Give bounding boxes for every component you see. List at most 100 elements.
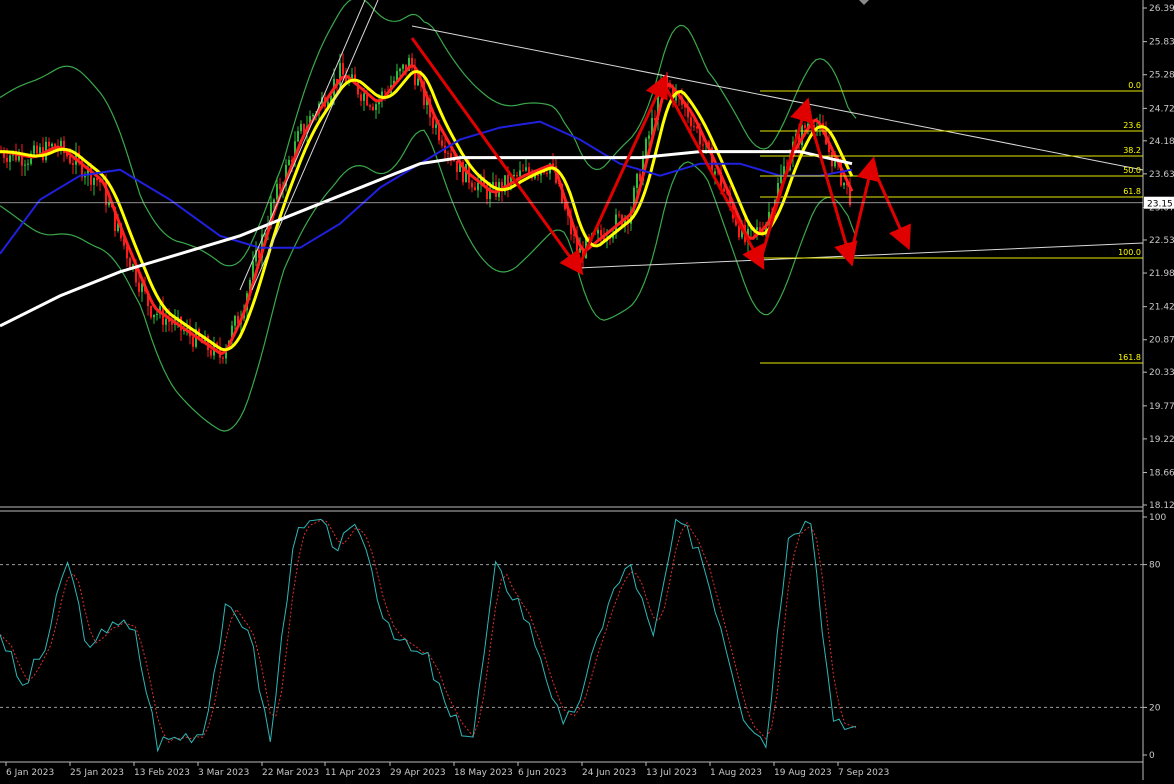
candle-body	[9, 155, 11, 162]
candle-body	[150, 306, 152, 318]
candle-body	[636, 173, 638, 188]
stoch-tick-label: 80	[1149, 561, 1161, 571]
candle-body	[804, 125, 806, 128]
candle-body	[69, 156, 71, 164]
price-tick-label: 23.63	[1149, 170, 1174, 180]
current-price-label: 23.15	[1147, 200, 1173, 210]
candle-body	[312, 114, 314, 117]
candle-body	[27, 163, 29, 165]
candle-body	[222, 357, 224, 359]
lower-trendline	[577, 242, 1144, 269]
price-tick-label: 21.98	[1149, 269, 1174, 279]
candle-body	[843, 182, 845, 186]
candle-body	[48, 141, 50, 147]
date-axis: 6 Jan 2023 25 Jan 2023 13 Feb 2023 3 Mar 20…	[5, 762, 889, 778]
date-tick-label: 6 Jun 2023	[518, 768, 566, 778]
candle-body	[342, 63, 344, 75]
chart-canvas[interactable]: 0.0 23.6 38.2 50.0 61.8 100.0 161.8 26.39 25.83…	[0, 0, 1174, 780]
price-tick-label: 20.87	[1149, 336, 1174, 346]
date-tick-label: 22 Mar 2023	[262, 768, 319, 778]
candle-body	[138, 282, 140, 292]
wave-arrow	[758, 97, 814, 263]
date-tick-label: 7 Sep 2023	[838, 768, 889, 778]
candle-body	[234, 315, 236, 326]
candle-body	[690, 117, 692, 127]
date-tick-label: 18 May 2023	[454, 768, 513, 778]
candle-body	[36, 145, 38, 154]
candle-body	[39, 147, 41, 154]
candle-body	[441, 140, 443, 146]
candle-body	[276, 183, 278, 200]
price-tick-label: 25.83	[1149, 38, 1174, 48]
trendlines	[239, 0, 1144, 291]
wave-arrow	[870, 164, 911, 251]
candle-body	[288, 159, 290, 165]
moving-averages	[0, 64, 854, 356]
price-tick-label: 19.77	[1149, 402, 1174, 412]
candle-body	[129, 258, 131, 268]
scroll-marker-icon[interactable]	[859, 0, 869, 5]
price-tick-label: 24.18	[1149, 137, 1174, 147]
fib-level-label: 0.0	[1128, 81, 1141, 90]
candle-body	[702, 144, 704, 146]
stoch-signal-line	[0, 519, 857, 744]
date-tick-label: 29 Apr 2023	[390, 768, 446, 778]
candle-body	[375, 104, 377, 110]
candle-body	[363, 93, 365, 101]
date-tick-label: 1 Aug 2023	[710, 768, 762, 778]
candle-body	[297, 131, 299, 142]
date-tick-label: 13 Feb 2023	[134, 768, 190, 778]
candle-body	[516, 174, 518, 177]
price-tick-label: 22.53	[1149, 236, 1174, 246]
white-ma-line	[0, 150, 853, 328]
upper-trendline	[411, 25, 1144, 171]
trading-chart[interactable]: 0.0 23.6 38.2 50.0 61.8 100.0 161.8 26.39 25.83…	[0, 0, 1174, 780]
candlesticks	[0, 53, 851, 364]
candle-body	[618, 214, 620, 216]
candle-body	[51, 143, 53, 147]
fib-level-label: 100.0	[1118, 248, 1141, 257]
candle-body	[447, 153, 449, 155]
candle-body	[714, 171, 716, 175]
candle-body	[210, 350, 212, 356]
candle-body	[417, 78, 419, 86]
fib-level-label: 61.8	[1123, 187, 1141, 196]
date-tick-label: 11 Apr 2023	[325, 768, 381, 778]
candle-body	[435, 124, 437, 128]
candle-body	[597, 230, 599, 234]
price-tick-label: 18.66	[1149, 469, 1174, 479]
candle-body	[279, 183, 281, 190]
candle-body	[648, 135, 650, 139]
candle-body	[519, 170, 521, 177]
price-tick-label: 26.39	[1149, 4, 1174, 14]
stoch-tick-label: 20	[1149, 703, 1161, 713]
price-tick-label: 21.42	[1149, 303, 1174, 313]
candle-body	[360, 94, 362, 101]
date-tick-label: 25 Jan 2023	[70, 768, 124, 778]
candle-body	[192, 336, 194, 347]
candle-body	[525, 167, 527, 171]
price-tick-label: 24.72	[1149, 104, 1174, 114]
date-tick-label: 13 Jul 2023	[646, 768, 697, 778]
candle-body	[141, 283, 143, 292]
candle-body	[546, 172, 548, 174]
date-tick-label: 19 Aug 2023	[774, 768, 832, 778]
candle-body	[372, 106, 374, 110]
price-tick-label: 25.28	[1149, 71, 1174, 81]
candle-body	[399, 68, 401, 72]
steep-trendline-b	[251, 0, 379, 291]
candle-body	[153, 314, 155, 318]
candle-body	[402, 64, 404, 69]
date-tick-label: 6 Jan 2023	[6, 768, 54, 778]
stoch-tick-label: 0	[1149, 751, 1155, 761]
candle-body	[756, 227, 758, 231]
candle-body	[384, 91, 386, 93]
price-tick-label: 20.33	[1149, 368, 1174, 378]
stochastic-oscillator	[0, 518, 1143, 753]
fib-level-label: 38.2	[1123, 146, 1141, 155]
date-tick-label: 24 Jun 2023	[582, 768, 636, 778]
stoch-tick-label: 100	[1149, 513, 1166, 523]
candle-body	[432, 117, 434, 128]
fib-level-label: 23.6	[1123, 121, 1141, 130]
candle-body	[300, 123, 302, 132]
